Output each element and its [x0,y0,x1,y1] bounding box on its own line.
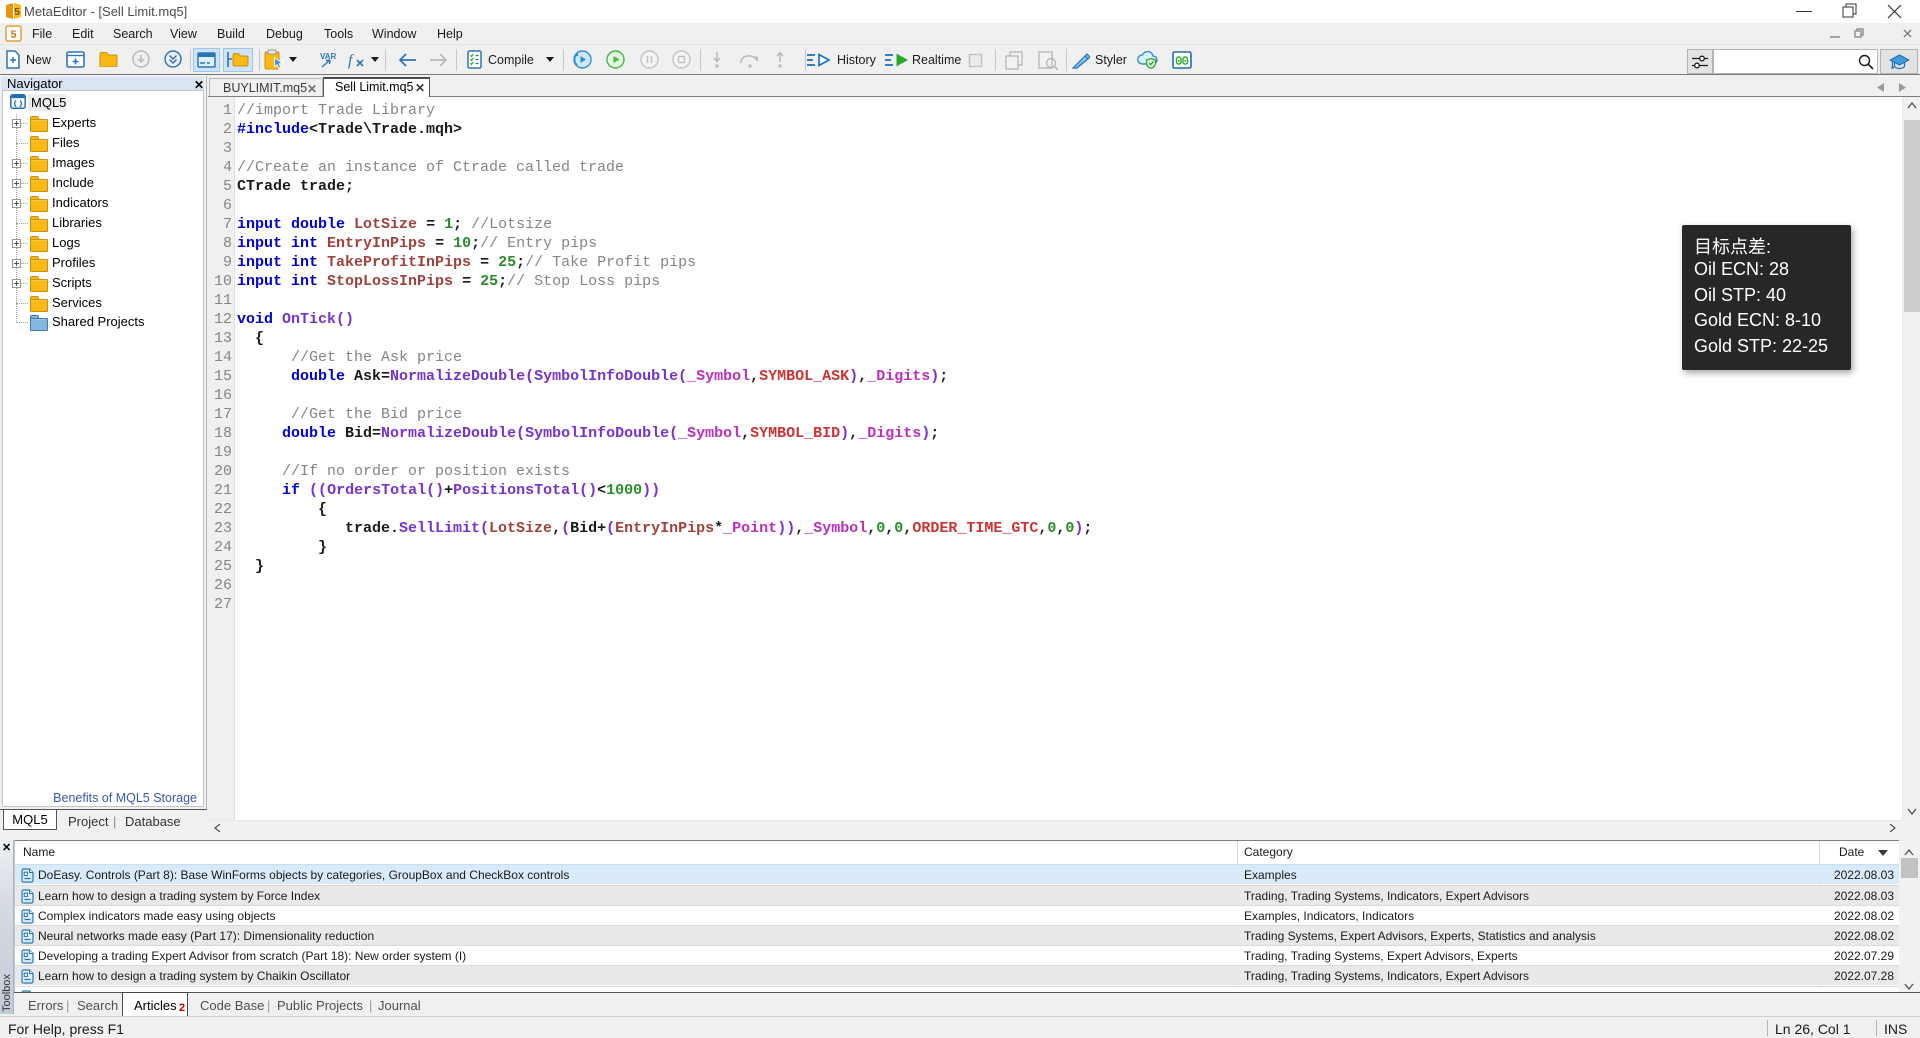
svg-text:f: f [348,52,355,69]
svg-text:5: 5 [14,7,20,18]
svg-text:5: 5 [10,29,16,41]
